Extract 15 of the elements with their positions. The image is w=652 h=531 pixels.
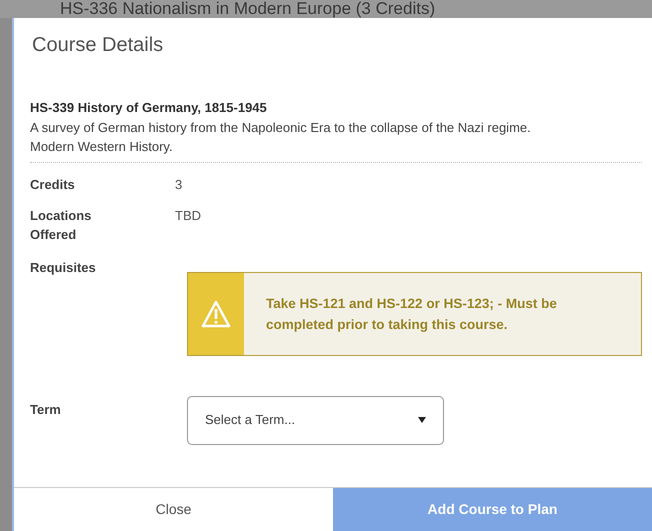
field-label: Term [30,400,62,418]
field-label: Requisites [30,258,97,277]
background-course-heading: HS-336 Nationalism in Modern Europe (3 Credits) [60,0,436,18]
warning-message: Take HS-121 and HS-122 or HS-123; - Must be completed prior to taking this course. [265,294,558,334]
warning-icon [201,300,231,328]
course-description: A survey of German history from the Napoleonic Era to the collapse of the Nazi regime. Modern Western History. [30,118,642,162]
field-value: 3 [175,176,182,194]
term-select-input[interactable]: Select a Term... [205,410,385,430]
field-label: Credits [30,176,76,194]
course-title: HS-339 History of Germany, 1815-1945 [30,99,268,117]
field-value: TBD [175,206,201,224]
field-label: Locations Offered [30,206,92,244]
term-select[interactable]: Select a Term... [187,396,444,444]
dropdown-caret-icon [418,417,426,423]
dialog-title: Course Details [32,33,164,58]
